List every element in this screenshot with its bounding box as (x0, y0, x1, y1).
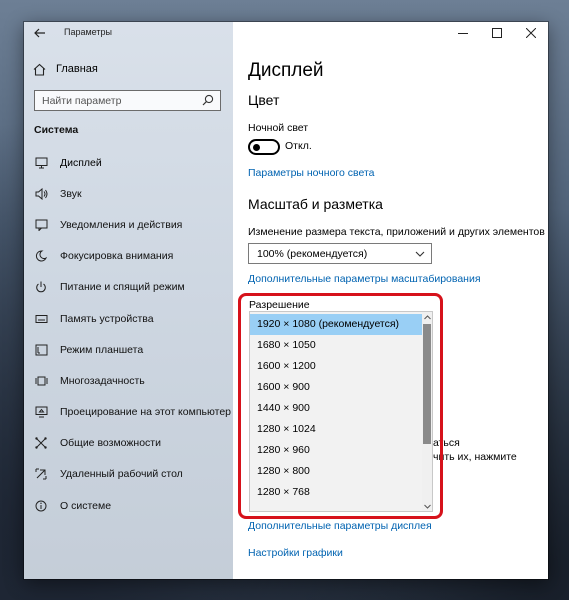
color-heading: Цвет (248, 92, 280, 108)
sidebar-item-label: Память устройства (60, 312, 154, 325)
sidebar-item-notifications[interactable]: Уведомления и действия (24, 209, 233, 240)
obscured-text: аться (433, 437, 460, 449)
notifications-icon (34, 218, 48, 232)
sidebar-item-shared-experiences[interactable]: Общие возможности (24, 428, 233, 459)
resolution-option[interactable]: 1280 × 800 (250, 461, 422, 482)
sidebar-item-about[interactable]: О системе (24, 490, 233, 521)
window-controls (446, 22, 548, 44)
scale-label: Изменение размера текста, приложений и д… (248, 226, 545, 238)
sidebar-nav: Дисплей Звук Уведомления и действия Фоку… (24, 147, 233, 521)
tablet-icon (34, 343, 48, 357)
sidebar-item-display[interactable]: Дисплей (24, 147, 233, 178)
close-button[interactable] (514, 22, 548, 44)
resolution-option[interactable]: 1280 × 960 (250, 440, 422, 461)
sidebar-item-label: Проецирование на этот компьютер (60, 406, 231, 419)
sidebar-item-label: Удаленный рабочий стол (60, 468, 183, 481)
resolution-option[interactable]: 1280 × 1024 (250, 419, 422, 440)
sidebar-item-home[interactable]: Главная (32, 62, 98, 76)
minimize-icon (458, 33, 468, 34)
scale-dropdown[interactable]: 100% (рекомендуется) (248, 243, 432, 264)
speaker-icon (34, 187, 48, 201)
sidebar-item-label: Питание и спящий режим (60, 281, 185, 294)
sidebar-item-power[interactable]: Питание и спящий режим (24, 272, 233, 303)
night-light-settings-link[interactable]: Параметры ночного света (248, 167, 375, 179)
close-icon (526, 28, 536, 38)
night-light-label: Ночной свет (248, 122, 309, 134)
page-title: Дисплей (248, 60, 324, 81)
sidebar-item-label: Главная (56, 63, 98, 75)
maximize-button[interactable] (480, 22, 514, 44)
night-light-state: Откл. (285, 140, 312, 152)
scale-heading: Масштаб и разметка (248, 196, 383, 212)
sidebar-item-multitasking[interactable]: Многозадачность (24, 365, 233, 396)
resolution-option[interactable]: 1680 × 1050 (250, 335, 422, 356)
scrollbar-thumb[interactable] (423, 324, 431, 444)
sidebar-item-storage[interactable]: Память устройства (24, 303, 233, 334)
sidebar-item-projecting[interactable]: Проецирование на этот компьютер (24, 397, 233, 428)
chevron-down-icon (415, 249, 425, 259)
resolution-option[interactable]: 1280 × 768 (250, 482, 422, 503)
info-icon (34, 499, 48, 513)
power-icon (34, 280, 48, 294)
sidebar-item-label: Звук (60, 187, 82, 200)
search-icon (202, 94, 215, 107)
sidebar-item-label: Фокусировка внимания (60, 250, 174, 263)
resolution-option[interactable]: 1600 × 1200 (250, 356, 422, 377)
night-light-toggle[interactable] (248, 139, 280, 155)
storage-icon (34, 312, 48, 326)
scroll-up-button[interactable] (422, 312, 432, 322)
settings-window: Параметры Главная Найти параметр Система… (24, 22, 548, 579)
sidebar-item-label: Режим планшета (60, 343, 144, 356)
sidebar-item-label: Общие возможности (60, 437, 161, 450)
moon-icon (34, 249, 48, 263)
sidebar-item-sound[interactable]: Звук (24, 178, 233, 209)
section-title: Система (34, 124, 79, 136)
search-input[interactable]: Найти параметр (34, 90, 221, 111)
minimize-button[interactable] (446, 22, 480, 44)
scrollbar[interactable] (422, 312, 432, 511)
monitor-icon (34, 156, 48, 170)
sidebar: Параметры Главная Найти параметр Система… (24, 22, 233, 579)
resolution-option[interactable]: 1920 × 1080 (рекомендуется) (250, 314, 422, 335)
back-button[interactable] (30, 24, 50, 42)
shared-experiences-icon (34, 436, 48, 450)
advanced-scaling-link[interactable]: Дополнительные параметры масштабирования (248, 273, 481, 285)
resolution-option[interactable]: 1600 × 900 (250, 377, 422, 398)
sidebar-item-label: Уведомления и действия (60, 218, 183, 231)
multitasking-icon (34, 374, 48, 388)
scale-dropdown-value: 100% (рекомендуется) (257, 248, 368, 260)
sidebar-item-label: О системе (60, 499, 112, 512)
content-pane: Дисплей Цвет Ночной свет Откл. Параметры… (233, 22, 548, 579)
home-icon (32, 62, 46, 76)
toggle-knob (253, 143, 260, 151)
sidebar-item-tablet-mode[interactable]: Режим планшета (24, 334, 233, 365)
title-bar: Параметры (24, 22, 233, 44)
resolution-dropdown-list[interactable]: 1920 × 1080 (рекомендуется) 1680 × 1050 … (249, 311, 433, 512)
remote-desktop-icon (34, 467, 48, 481)
graphics-settings-link[interactable]: Настройки графики (248, 547, 343, 559)
chevron-up-icon (423, 314, 431, 319)
sidebar-item-focus-assist[interactable]: Фокусировка внимания (24, 241, 233, 272)
resolution-option[interactable]: 1440 × 900 (250, 398, 422, 419)
sidebar-item-label: Многозадачность (60, 374, 145, 387)
maximize-icon (492, 28, 502, 38)
resolution-label: Разрешение (249, 299, 310, 311)
obscured-text: чить их, нажмите (433, 451, 517, 463)
sidebar-item-label: Дисплей (60, 156, 102, 169)
search-placeholder: Найти параметр (42, 95, 122, 107)
window-title: Параметры (64, 27, 112, 37)
scroll-down-button[interactable] (422, 501, 432, 511)
sidebar-item-remote-desktop[interactable]: Удаленный рабочий стол (24, 459, 233, 490)
advanced-display-link[interactable]: Дополнительные параметры дисплея (248, 520, 432, 532)
back-arrow-icon (34, 28, 45, 38)
chevron-down-icon (423, 504, 431, 509)
projecting-icon (34, 405, 48, 419)
